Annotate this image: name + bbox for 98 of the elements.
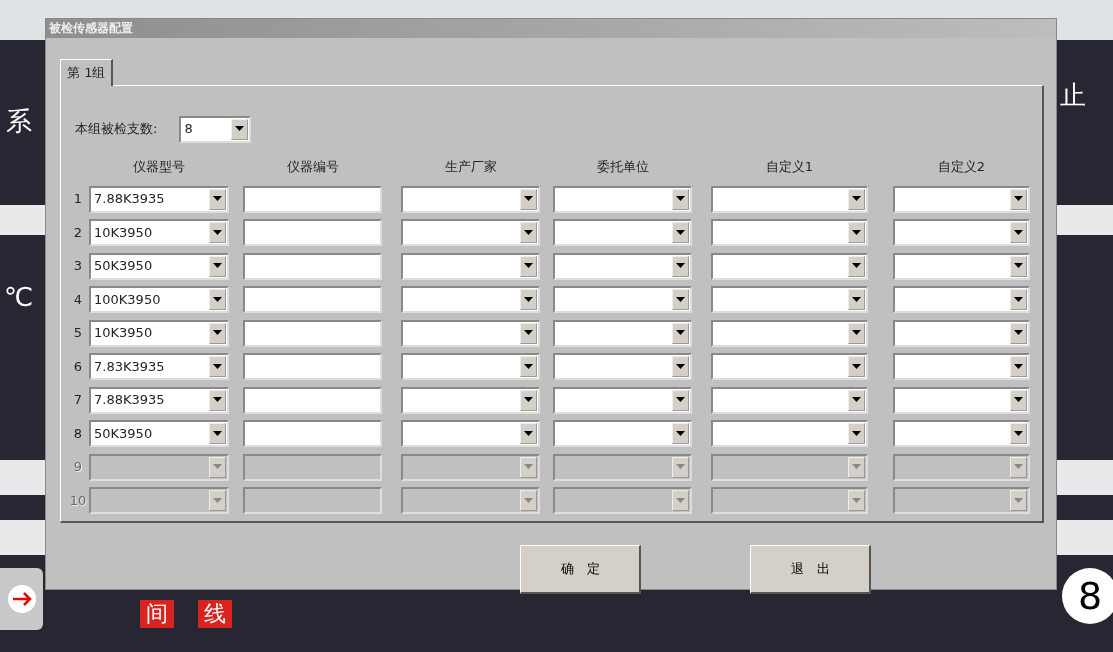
dropdown-field[interactable] (401, 420, 540, 447)
number-badge: 8 (1062, 568, 1113, 624)
dropdown-field[interactable] (553, 487, 692, 514)
dropdown-value: 7.88K3935 (94, 190, 165, 209)
dropdown-field[interactable] (711, 185, 868, 213)
dropdown-field[interactable] (711, 319, 868, 347)
row-number: 4 (72, 290, 84, 309)
dialog-button[interactable]: 确 定 (520, 544, 641, 594)
dropdown-field[interactable] (553, 420, 692, 447)
dropdown-field[interactable] (893, 219, 1030, 246)
dropdown-field[interactable] (893, 185, 1030, 213)
dropdown-field[interactable]: 7.88K3935 (89, 386, 229, 414)
column-header: 自定义2 (936, 157, 987, 176)
input-field[interactable] (243, 185, 382, 213)
dropdown-field[interactable] (893, 319, 1030, 347)
row-number: 7 (72, 391, 84, 410)
dropdown-field[interactable] (711, 386, 868, 414)
dropdown-field[interactable] (553, 252, 692, 280)
dropdown-field[interactable] (553, 185, 692, 213)
input-field[interactable] (243, 420, 382, 447)
dialog-button[interactable]: 退 出 (750, 544, 871, 594)
column-header: 生产厂家 (443, 157, 498, 176)
dropdown-value: 50K3950 (94, 257, 153, 276)
dropdown-field[interactable] (553, 386, 692, 414)
dropdown-field[interactable] (711, 487, 868, 514)
app-label: 系 (6, 108, 32, 134)
input-field[interactable] (243, 252, 382, 280)
dropdown-field[interactable]: 10K3950 (89, 219, 229, 246)
input-field[interactable] (243, 386, 382, 414)
dropdown-field[interactable] (893, 487, 1030, 514)
dropdown-field[interactable] (893, 252, 1030, 280)
dropdown-field[interactable] (711, 420, 868, 447)
input-field[interactable] (243, 319, 382, 347)
input-field[interactable] (243, 286, 382, 313)
dropdown-field[interactable] (893, 420, 1030, 447)
input-field[interactable] (243, 487, 382, 514)
row-number: 8 (72, 424, 84, 443)
dropdown-field[interactable] (401, 219, 540, 246)
dropdown-field[interactable]: 7.83K3935 (89, 353, 229, 380)
dropdown-field[interactable] (893, 386, 1030, 414)
dropdown-field[interactable]: 10K3950 (89, 319, 229, 347)
dropdown-field[interactable]: 100K3950 (89, 286, 229, 313)
dropdown-field[interactable] (553, 286, 692, 313)
dropdown-value: 8 (184, 120, 193, 139)
dropdown-field[interactable] (711, 286, 868, 313)
dropdown-value: 50K3950 (94, 424, 153, 443)
app-label: ℃ (4, 284, 34, 310)
app-label: 线 (198, 600, 232, 629)
dropdown-field[interactable] (893, 453, 1030, 481)
dropdown-value: 10K3950 (94, 324, 153, 343)
arrow-button[interactable] (0, 568, 43, 630)
column-header: 仪器型号 (132, 157, 186, 176)
dropdown-field[interactable] (553, 353, 692, 380)
dropdown-field[interactable] (401, 353, 540, 380)
row-number: 3 (72, 257, 84, 276)
dropdown-field[interactable] (401, 487, 540, 514)
window-title: 被检传感器配置 (46, 19, 1056, 38)
dropdown-field[interactable] (711, 453, 868, 481)
dropdown-field[interactable] (401, 319, 540, 347)
dropdown-value: 7.88K3935 (94, 391, 165, 410)
tab[interactable]: 第 1组 (60, 59, 114, 86)
count-label: 本组被检支数: (75, 120, 158, 139)
dropdown-field[interactable]: 7.88K3935 (89, 185, 229, 213)
dropdown-value: 100K3950 (94, 290, 161, 309)
dropdown-field[interactable] (553, 453, 692, 481)
dropdown-field[interactable] (893, 353, 1030, 380)
dropdown-value: 10K3950 (94, 223, 153, 242)
dropdown-field[interactable] (553, 319, 692, 347)
dropdown-field[interactable] (711, 219, 868, 246)
dropdown-field[interactable] (89, 487, 229, 514)
dropdown-field[interactable]: 8 (179, 115, 252, 143)
input-field[interactable] (243, 353, 382, 380)
row-number: 1 (72, 190, 84, 209)
dropdown-field[interactable] (711, 252, 868, 280)
input-field[interactable] (243, 453, 382, 481)
dropdown-field[interactable] (401, 252, 540, 280)
row-number: 9 (72, 458, 84, 477)
dropdown-field[interactable] (553, 219, 692, 246)
column-header: 自定义1 (764, 157, 815, 176)
input-field[interactable] (243, 219, 382, 246)
dropdown-field[interactable] (401, 185, 540, 213)
row-number: 10 (68, 491, 88, 510)
column-header: 委托单位 (595, 157, 650, 176)
app-label: 止 (1060, 82, 1086, 108)
dropdown-field[interactable] (401, 286, 540, 313)
row-number: 2 (72, 223, 84, 242)
dropdown-field[interactable] (893, 286, 1030, 313)
dropdown-field[interactable]: 50K3950 (89, 420, 229, 447)
dropdown-field[interactable] (711, 353, 868, 380)
dropdown-field[interactable] (89, 453, 229, 481)
dropdown-value: 7.83K3935 (94, 357, 165, 376)
dropdown-field[interactable] (401, 386, 540, 414)
row-number: 5 (72, 324, 84, 343)
dropdown-field[interactable]: 50K3950 (89, 252, 229, 280)
column-header: 仪器编号 (285, 157, 340, 176)
dropdown-field[interactable] (401, 453, 540, 481)
row-number: 6 (72, 357, 84, 376)
app-label: 间 (140, 600, 174, 629)
